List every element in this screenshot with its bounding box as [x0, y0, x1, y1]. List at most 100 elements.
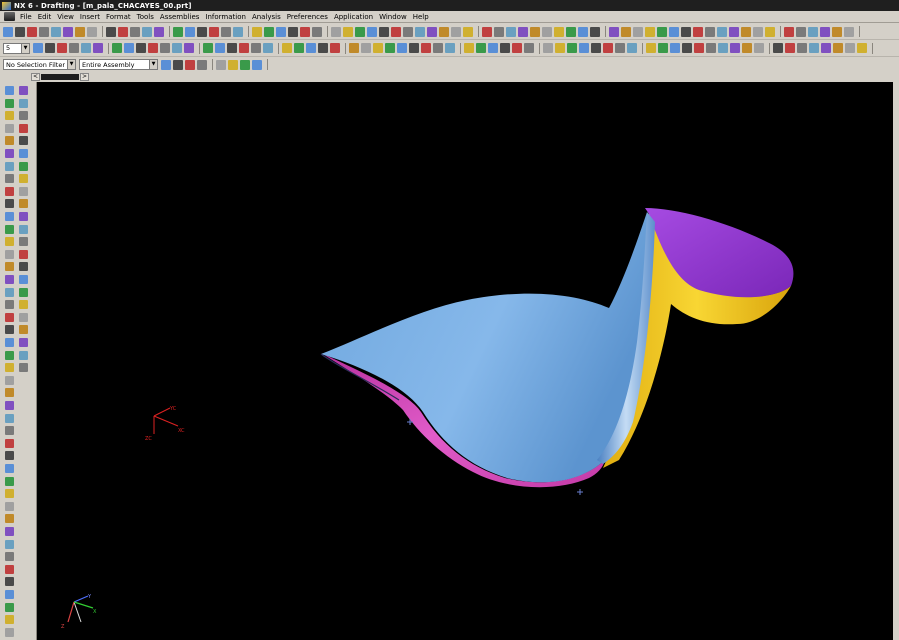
fit-icon[interactable] — [5, 627, 14, 637]
cut-icon[interactable] — [397, 43, 407, 53]
print-icon[interactable] — [694, 43, 704, 53]
save-icon[interactable] — [5, 111, 14, 121]
open-icon[interactable] — [19, 363, 28, 373]
print-icon[interactable] — [657, 26, 667, 37]
undo-icon[interactable] — [5, 186, 14, 196]
layer-icon[interactable] — [19, 300, 28, 310]
redo-icon[interactable] — [148, 43, 158, 53]
rotate-icon[interactable] — [5, 312, 14, 322]
delete-icon[interactable] — [87, 26, 97, 37]
undo-icon[interactable] — [19, 149, 28, 158]
save-icon[interactable] — [5, 413, 14, 423]
menu-information[interactable]: Information — [202, 13, 249, 21]
rotate-icon[interactable] — [19, 275, 28, 284]
print-icon[interactable] — [385, 43, 395, 53]
copy-icon[interactable] — [63, 26, 73, 37]
circle-icon[interactable] — [500, 43, 510, 53]
fit-icon[interactable] — [282, 43, 292, 53]
text-icon[interactable] — [494, 26, 504, 37]
print-icon[interactable] — [39, 26, 49, 37]
dimension-icon[interactable] — [543, 43, 553, 53]
fit-icon[interactable] — [252, 26, 262, 37]
line-icon[interactable] — [19, 174, 28, 184]
zoom-icon[interactable] — [820, 26, 830, 37]
arc-icon[interactable] — [753, 26, 763, 37]
paste-icon[interactable] — [5, 464, 14, 473]
point-icon[interactable] — [173, 26, 183, 37]
fit-icon[interactable] — [5, 325, 14, 335]
pan-icon[interactable] — [5, 300, 14, 310]
line-icon[interactable] — [160, 43, 170, 53]
redo-icon[interactable] — [464, 43, 474, 53]
cut-icon[interactable] — [51, 26, 61, 37]
tab-scroll-left-button[interactable]: < — [31, 73, 40, 81]
line-icon[interactable] — [476, 43, 486, 53]
view-icon[interactable] — [19, 312, 28, 322]
snap-icon[interactable] — [288, 26, 298, 37]
copy-icon[interactable] — [681, 26, 691, 37]
layer-icon[interactable] — [264, 26, 274, 37]
menu-tools[interactable]: Tools — [134, 13, 157, 21]
fit-icon[interactable] — [591, 43, 601, 53]
save-icon[interactable] — [682, 43, 692, 53]
pan-icon[interactable] — [530, 26, 540, 37]
type-filter-combo[interactable]: No Selection Filter ▼ — [3, 59, 76, 70]
circle-icon[interactable] — [154, 26, 164, 37]
circle-icon[interactable] — [5, 539, 14, 549]
text-icon[interactable] — [5, 262, 14, 272]
copy-icon[interactable] — [19, 111, 28, 121]
zoom-icon[interactable] — [5, 287, 14, 297]
save-icon[interactable] — [27, 26, 37, 37]
layer-icon[interactable] — [294, 43, 304, 53]
text-icon[interactable] — [215, 43, 225, 53]
line-icon[interactable] — [5, 212, 14, 221]
undo-icon[interactable] — [5, 489, 14, 499]
layer-icon[interactable] — [603, 43, 613, 53]
line-icon[interactable] — [439, 26, 449, 37]
redo-icon[interactable] — [427, 26, 437, 37]
arc-icon[interactable] — [172, 43, 182, 53]
scale-combo[interactable]: 5 ▼ — [3, 42, 30, 54]
copy-icon[interactable] — [379, 26, 389, 37]
menu-analysis[interactable]: Analysis — [249, 13, 284, 21]
line-icon[interactable] — [741, 26, 751, 37]
text-icon[interactable] — [524, 43, 534, 53]
new-file-icon[interactable] — [33, 43, 43, 53]
zoom-icon[interactable] — [555, 43, 565, 53]
new-file-icon[interactable] — [349, 43, 359, 53]
surface-main-face[interactable] — [321, 212, 647, 483]
new-file-icon[interactable] — [658, 43, 668, 53]
cut-icon[interactable] — [216, 59, 226, 70]
undo-icon[interactable] — [717, 26, 727, 37]
redo-icon[interactable] — [19, 161, 28, 171]
dimension-icon[interactable] — [197, 26, 207, 37]
zoom-icon[interactable] — [518, 26, 528, 37]
menu-file[interactable]: File — [17, 13, 35, 21]
redo-icon[interactable] — [5, 199, 14, 209]
pan-icon[interactable] — [832, 26, 842, 37]
copy-icon[interactable] — [718, 43, 728, 53]
cut-icon[interactable] — [5, 136, 14, 146]
redo-icon[interactable] — [729, 26, 739, 37]
menu-insert[interactable]: Insert — [77, 13, 103, 21]
dimension-icon[interactable] — [227, 43, 237, 53]
paste-icon[interactable] — [112, 43, 122, 53]
delete-icon[interactable] — [124, 43, 134, 53]
open-icon[interactable] — [331, 26, 341, 37]
new-file-icon[interactable] — [161, 59, 171, 70]
delete-icon[interactable] — [252, 59, 262, 70]
text-icon[interactable] — [185, 26, 195, 37]
rotate-icon[interactable] — [5, 615, 14, 625]
menu-application[interactable]: Application — [331, 13, 376, 21]
copy-icon[interactable] — [228, 59, 238, 70]
undo-icon[interactable] — [136, 43, 146, 53]
redo-icon[interactable] — [118, 26, 128, 37]
delete-icon[interactable] — [742, 43, 752, 53]
nx-logo-icon[interactable] — [4, 12, 15, 21]
point-icon[interactable] — [19, 212, 28, 221]
new-file-icon[interactable] — [5, 388, 14, 398]
fit-icon[interactable] — [554, 26, 564, 37]
active-tab[interactable] — [41, 74, 79, 80]
circle-icon[interactable] — [809, 43, 819, 53]
arc-icon[interactable] — [142, 26, 152, 37]
